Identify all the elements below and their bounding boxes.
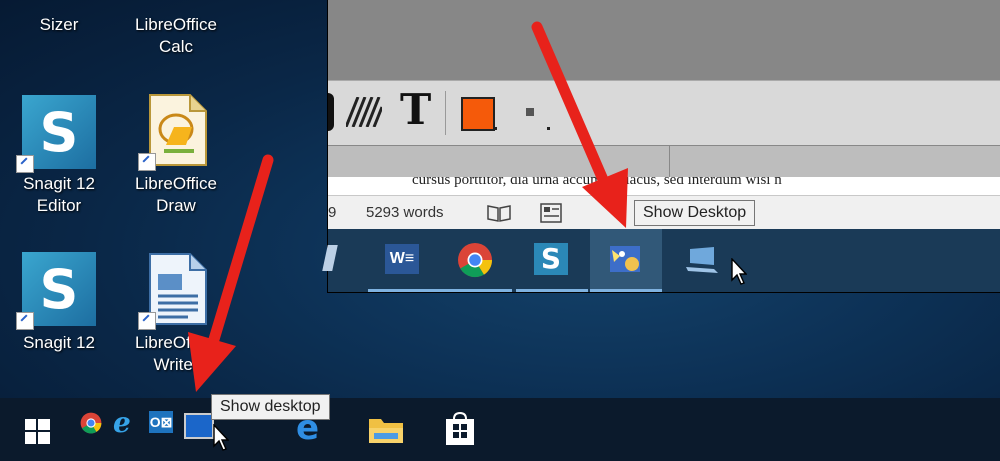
red-arrow-to-inset	[531, 21, 628, 228]
